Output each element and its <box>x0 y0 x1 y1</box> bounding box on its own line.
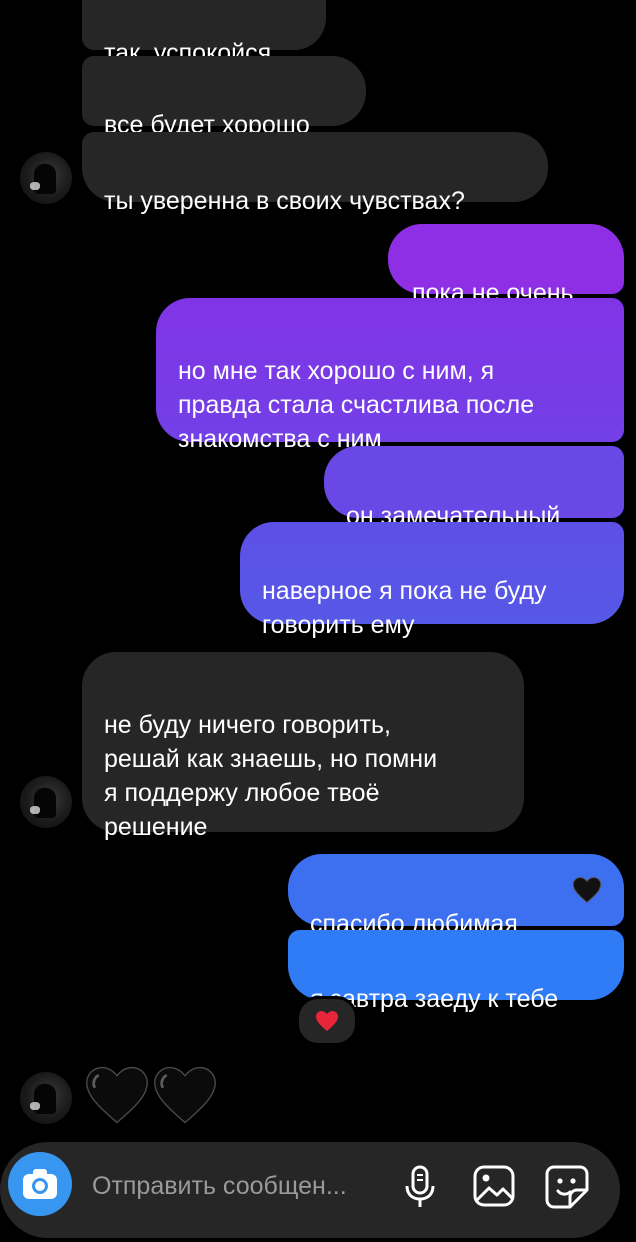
microphone-icon[interactable] <box>402 1164 438 1210</box>
message-text: не буду ничего говорить, решай как знаеш… <box>104 711 438 841</box>
camera-icon <box>23 1169 57 1199</box>
message-text: но мне так хорошо с ним, я правда стала … <box>178 357 535 453</box>
message-incoming[interactable]: не буду ничего говорить, решай как знаеш… <box>82 652 524 841</box>
avatar[interactable] <box>20 776 72 828</box>
message-outgoing[interactable]: пока не очень <box>388 224 624 307</box>
camera-button[interactable] <box>8 1152 72 1216</box>
message-outgoing[interactable]: наверное я пока не буду говорить ему <box>240 522 624 639</box>
message-outgoing[interactable]: спасибо любимая <box>288 854 624 938</box>
message-text: ты уверенна в своих чувствах? <box>104 187 465 215</box>
message-text: наверное я пока не буду говорить ему <box>262 577 547 639</box>
black-heart-icon[interactable] <box>152 1062 218 1128</box>
message-incoming[interactable]: так, успокойся <box>82 0 326 67</box>
message-incoming[interactable]: все будет хорошо <box>82 56 366 139</box>
sticker-icon[interactable] <box>544 1164 590 1210</box>
avatar[interactable] <box>20 152 72 204</box>
message-outgoing[interactable]: он замечательный <box>324 446 624 530</box>
black-heart-icon[interactable] <box>84 1062 150 1128</box>
message-incoming[interactable]: ты уверенна в своих чувствах? <box>82 132 548 215</box>
black-heart-icon <box>572 876 602 904</box>
avatar[interactable] <box>20 1072 72 1124</box>
message-outgoing[interactable]: я завтра заеду к тебе <box>288 930 624 1013</box>
message-input[interactable]: Отправить сообщен... <box>92 1172 347 1201</box>
message-composer: Отправить сообщен... <box>0 1142 620 1238</box>
message-outgoing[interactable]: но мне так хорошо с ним, я правда стала … <box>156 298 624 453</box>
gallery-icon[interactable] <box>472 1164 516 1208</box>
red-heart-icon <box>316 1011 338 1031</box>
message-reaction[interactable] <box>296 996 358 1046</box>
